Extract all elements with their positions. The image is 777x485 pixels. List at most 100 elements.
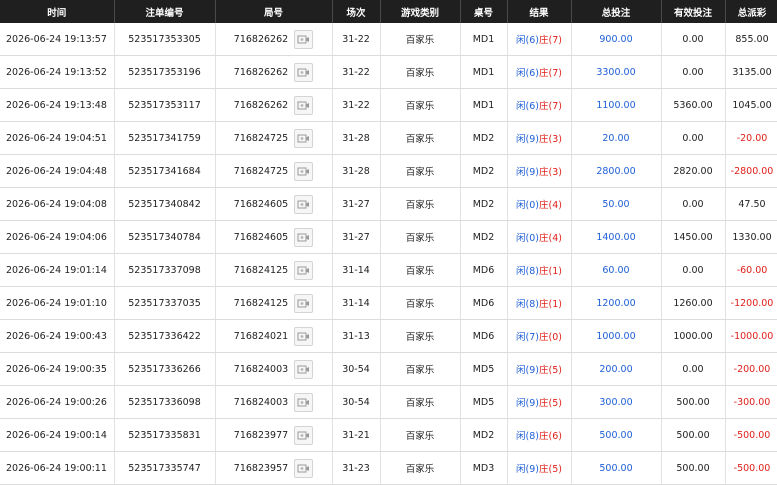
cell-payout: -1000.00 <box>725 319 777 353</box>
col-header-game: 游戏类别 <box>380 0 461 23</box>
cell-valid-bet: 0.00 <box>661 23 726 56</box>
round-number: 716824725 <box>233 132 289 144</box>
cell-total-bet: 500.00 <box>571 451 662 485</box>
result-banker: 庄(7) <box>539 35 562 46</box>
replay-video-icon[interactable] <box>294 260 314 280</box>
cell-shoe: 31-27 <box>332 187 381 221</box>
cell-shoe: 31-28 <box>332 121 381 155</box>
cell-round: 716824003 <box>215 385 333 419</box>
result-player: 闲(9) <box>516 167 539 178</box>
cell-table: MD2 <box>460 220 508 254</box>
round-number: 716824125 <box>233 264 289 276</box>
cell-valid-bet: 2820.00 <box>661 154 726 188</box>
cell-round: 716823957 <box>215 451 333 485</box>
result-banker: 庄(0) <box>539 332 562 343</box>
cell-total-bet: 2800.00 <box>571 154 662 188</box>
cell-shoe: 31-22 <box>332 88 381 122</box>
round-number: 716824605 <box>233 198 289 210</box>
cell-game: 百家乐 <box>380 451 461 485</box>
table-row: 2026-06-24 19:13:52 523517353196 716826262… <box>0 55 777 89</box>
replay-video-icon[interactable] <box>294 326 314 346</box>
cell-total-bet: 1200.00 <box>571 286 662 320</box>
cell-time: 2026-06-24 19:01:14 <box>0 253 115 287</box>
cell-time: 2026-06-24 19:13:57 <box>0 23 115 56</box>
cell-time: 2026-06-24 19:04:06 <box>0 220 115 254</box>
cell-bet-id: 523517341684 <box>114 154 216 188</box>
cell-result: 闲(8)庄(1) <box>507 253 572 287</box>
cell-valid-bet: 500.00 <box>661 451 726 485</box>
replay-video-icon[interactable] <box>294 161 314 181</box>
cell-table: MD5 <box>460 385 508 419</box>
cell-table: MD6 <box>460 253 508 287</box>
replay-video-icon[interactable] <box>294 458 314 478</box>
replay-video-icon[interactable] <box>294 128 314 148</box>
replay-video-icon[interactable] <box>294 359 314 379</box>
cell-result: 闲(8)庄(1) <box>507 286 572 320</box>
cell-game: 百家乐 <box>380 352 461 386</box>
cell-round: 716824021 <box>215 319 333 353</box>
cell-game: 百家乐 <box>380 319 461 353</box>
cell-table: MD2 <box>460 154 508 188</box>
cell-time: 2026-06-24 19:04:48 <box>0 154 115 188</box>
cell-round: 716826262 <box>215 88 333 122</box>
cell-time: 2026-06-24 19:04:08 <box>0 187 115 221</box>
round-number: 716823957 <box>233 462 289 474</box>
cell-result: 闲(9)庄(5) <box>507 352 572 386</box>
cell-round: 716824725 <box>215 154 333 188</box>
cell-result: 闲(9)庄(5) <box>507 385 572 419</box>
cell-valid-bet: 1450.00 <box>661 220 726 254</box>
table-row: 2026-06-24 19:04:06 523517340784 716824605… <box>0 220 777 254</box>
table-row: 2026-06-24 19:00:35 523517336266 716824003… <box>0 352 777 386</box>
cell-result: 闲(9)庄(5) <box>507 451 572 485</box>
cell-payout: -2800.00 <box>725 154 777 188</box>
cell-payout: -60.00 <box>725 253 777 287</box>
cell-result: 闲(9)庄(3) <box>507 121 572 155</box>
col-header-payout: 总派彩 <box>725 0 777 23</box>
replay-video-icon[interactable] <box>294 194 314 214</box>
cell-payout: -200.00 <box>725 352 777 386</box>
result-banker: 庄(7) <box>539 68 562 79</box>
cell-game: 百家乐 <box>380 88 461 122</box>
round-number: 716824125 <box>233 297 289 309</box>
result-player: 闲(8) <box>516 299 539 310</box>
cell-total-bet: 20.00 <box>571 121 662 155</box>
replay-video-icon[interactable] <box>294 29 314 49</box>
cell-payout: 855.00 <box>725 23 777 56</box>
cell-valid-bet: 0.00 <box>661 253 726 287</box>
cell-total-bet: 500.00 <box>571 418 662 452</box>
replay-video-icon[interactable] <box>294 227 314 247</box>
cell-payout: -500.00 <box>725 451 777 485</box>
cell-table: MD2 <box>460 187 508 221</box>
cell-total-bet: 60.00 <box>571 253 662 287</box>
result-banker: 庄(6) <box>539 431 562 442</box>
cell-valid-bet: 500.00 <box>661 385 726 419</box>
cell-shoe: 31-13 <box>332 319 381 353</box>
cell-round: 716824605 <box>215 220 333 254</box>
replay-video-icon[interactable] <box>294 62 314 82</box>
cell-result: 闲(0)庄(4) <box>507 220 572 254</box>
cell-payout: -500.00 <box>725 418 777 452</box>
cell-bet-id: 523517337035 <box>114 286 216 320</box>
replay-video-icon[interactable] <box>294 392 314 412</box>
replay-video-icon[interactable] <box>294 293 314 313</box>
result-player: 闲(9) <box>516 398 539 409</box>
cell-bet-id: 523517336266 <box>114 352 216 386</box>
cell-payout: -300.00 <box>725 385 777 419</box>
table-row: 2026-06-24 19:01:10 523517337035 716824125… <box>0 286 777 320</box>
table-row: 2026-06-24 19:04:51 523517341759 716824725… <box>0 121 777 155</box>
cell-valid-bet: 0.00 <box>661 121 726 155</box>
result-banker: 庄(1) <box>539 299 562 310</box>
cell-total-bet: 3300.00 <box>571 55 662 89</box>
result-player: 闲(9) <box>516 134 539 145</box>
replay-video-icon[interactable] <box>294 95 314 115</box>
result-player: 闲(8) <box>516 266 539 277</box>
table-row: 2026-06-24 19:13:48 523517353117 716826262… <box>0 88 777 122</box>
round-number: 716826262 <box>233 66 289 78</box>
cell-shoe: 31-23 <box>332 451 381 485</box>
replay-video-icon[interactable] <box>294 425 314 445</box>
cell-shoe: 31-22 <box>332 23 381 56</box>
cell-game: 百家乐 <box>380 418 461 452</box>
cell-table: MD2 <box>460 121 508 155</box>
cell-table: MD1 <box>460 55 508 89</box>
result-player: 闲(6) <box>516 68 539 79</box>
